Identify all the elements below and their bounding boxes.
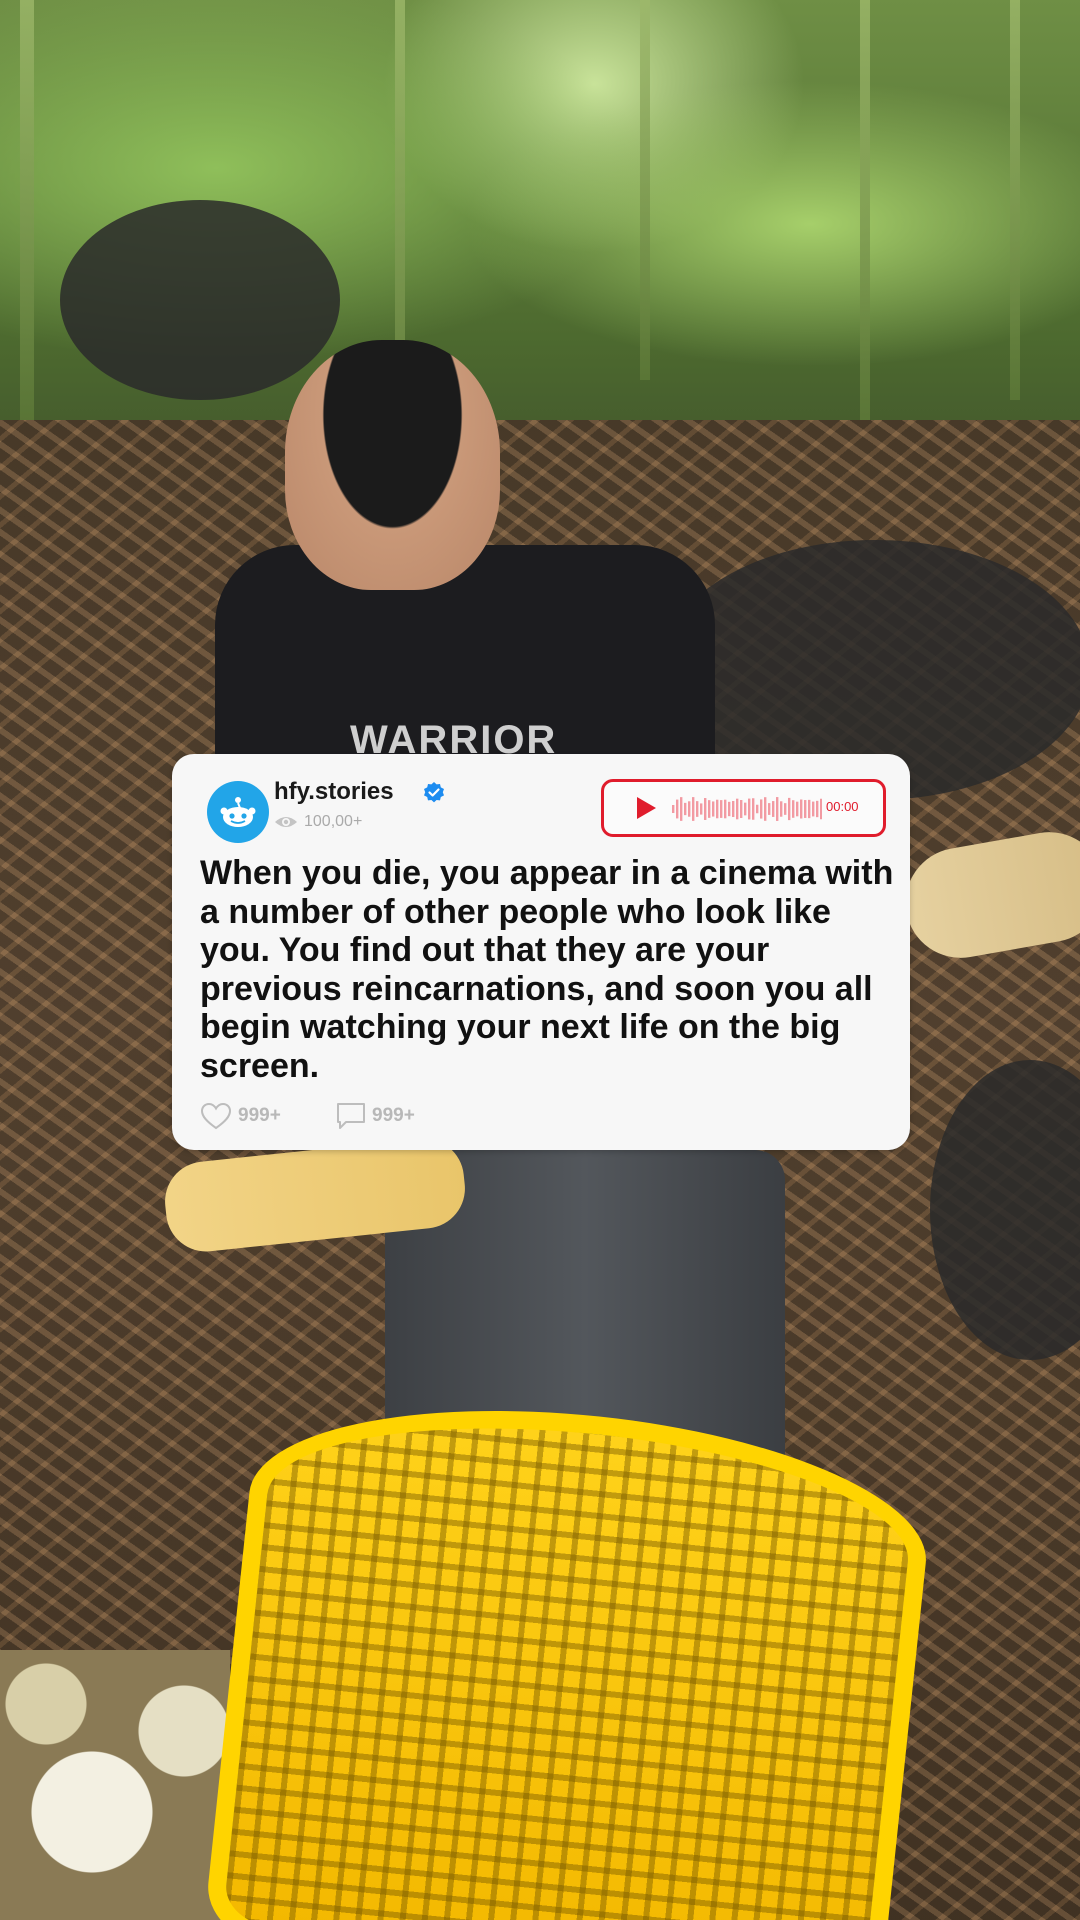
person-head [285,340,500,590]
waveform-bar [692,797,695,821]
waveform-bar [720,800,723,818]
heart-icon [200,1102,232,1130]
eye-icon [275,817,297,827]
comment-count: 999+ [372,1105,415,1126]
post-username[interactable]: hfy.stories [274,778,394,806]
waveform-bar [784,803,787,815]
waveform-bar [760,799,763,819]
waveform-bar [684,802,687,816]
view-count: 100,00+ [274,813,362,831]
audio-waveform [672,797,822,821]
waveform-bar [816,800,819,818]
waveform-bar [672,805,675,813]
waveform-bar [704,798,707,820]
waveform-bar [780,801,783,817]
reddit-snoo-icon[interactable] [207,781,269,843]
waveform-bar [812,801,815,817]
waveform-bar [776,797,779,821]
waveform-bar [696,801,699,817]
audio-time: 00:00 [826,799,859,814]
rock [60,200,340,400]
waveform-bar [800,799,803,819]
waveform-bar [752,798,755,820]
waveform-bar [712,801,715,817]
waveform-bar [700,803,703,815]
waveform-bar [804,800,807,818]
waveform-bar [796,801,799,817]
like-count: 999+ [238,1105,281,1126]
waveform-bar [724,799,727,819]
waveform-bar [740,800,743,818]
bamboo-stalk [20,0,34,420]
reddit-post-card: hfy.stories 100,00+ 00:00 When you die, … [172,754,910,1150]
comment-icon [337,1103,365,1129]
waveform-bar [688,801,691,817]
play-icon[interactable] [634,796,658,820]
waveform-bar [772,801,775,817]
waveform-bar [736,798,739,820]
waveform-bar [768,803,771,815]
view-count-text: 100,00+ [304,813,363,830]
waveform-bar [708,800,711,818]
waveform-bar [820,798,822,820]
waveform-bar [792,800,795,818]
bamboo-stalk [640,0,650,380]
waveform-bar [680,797,683,821]
bamboo-stalk [1010,0,1020,400]
waveform-bar [744,802,747,816]
waveform-bar [732,800,735,818]
like-button[interactable]: 999+ [200,1102,281,1130]
waveform-bar [728,801,731,817]
audio-player[interactable]: 00:00 [601,779,886,837]
waveform-bar [748,798,751,820]
waveform-bar [756,804,759,814]
verified-badge-icon [424,782,444,803]
bamboo-stalk [860,0,870,430]
waveform-bar [676,799,679,819]
cut-bamboo-shoots [0,1650,230,1920]
waveform-bar [764,797,767,821]
waveform-bar [788,797,791,821]
comment-button[interactable]: 999+ [336,1102,415,1130]
waveform-bar [716,799,719,819]
post-body: When you die, you appear in a cinema wit… [200,854,894,1085]
waveform-bar [808,799,811,819]
